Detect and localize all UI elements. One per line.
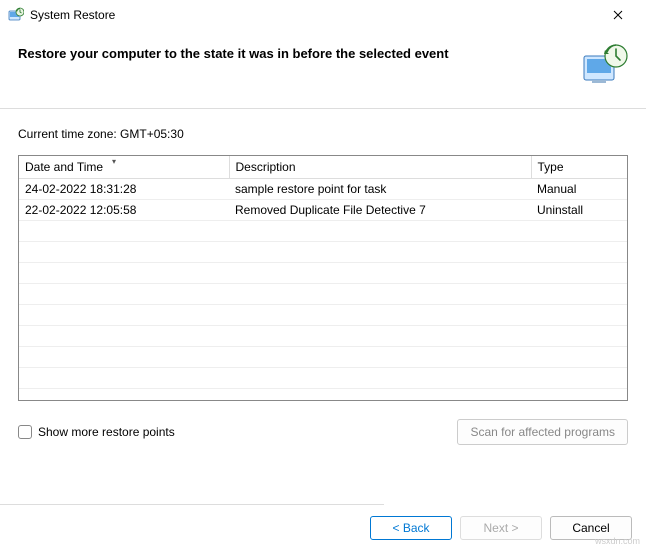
system-restore-icon bbox=[8, 7, 24, 23]
col-description[interactable]: Description bbox=[229, 156, 531, 179]
checkbox-icon bbox=[18, 425, 32, 439]
content-area: Current time zone: GMT+05:30 Date and Ti… bbox=[0, 109, 646, 463]
close-icon bbox=[613, 10, 623, 20]
restore-hero-icon bbox=[580, 42, 628, 90]
table-row[interactable] bbox=[19, 263, 627, 284]
header: Restore your computer to the state it wa… bbox=[0, 30, 646, 109]
table-row[interactable]: 24-02-2022 18:31:28 sample restore point… bbox=[19, 179, 627, 200]
table-row[interactable] bbox=[19, 368, 627, 389]
timezone-label: Current time zone: GMT+05:30 bbox=[18, 127, 628, 141]
table-row[interactable] bbox=[19, 284, 627, 305]
window-title: System Restore bbox=[30, 8, 598, 22]
cell-type: Manual bbox=[531, 179, 627, 200]
watermark: wsxdn.com bbox=[595, 536, 640, 546]
cell-date: 24-02-2022 18:31:28 bbox=[19, 179, 229, 200]
table-row[interactable] bbox=[19, 305, 627, 326]
close-button[interactable] bbox=[598, 7, 638, 23]
cell-type: Uninstall bbox=[531, 200, 627, 221]
show-more-checkbox[interactable]: Show more restore points bbox=[18, 425, 175, 439]
back-button[interactable]: < Back bbox=[370, 516, 452, 540]
sort-desc-icon: ▾ bbox=[112, 157, 116, 166]
page-heading: Restore your computer to the state it wa… bbox=[18, 42, 570, 61]
table-row[interactable]: 22-02-2022 12:05:58 Removed Duplicate Fi… bbox=[19, 200, 627, 221]
col-date[interactable]: Date and Time ▾ bbox=[19, 156, 229, 179]
col-date-label: Date and Time bbox=[25, 160, 103, 174]
next-button: Next > bbox=[460, 516, 542, 540]
table-row[interactable] bbox=[19, 347, 627, 368]
footer-row: Show more restore points Scan for affect… bbox=[18, 419, 628, 445]
scan-affected-button[interactable]: Scan for affected programs bbox=[457, 419, 628, 445]
title-bar: System Restore bbox=[0, 0, 646, 30]
cell-desc: Removed Duplicate File Detective 7 bbox=[229, 200, 531, 221]
show-more-label: Show more restore points bbox=[38, 425, 175, 439]
cell-date: 22-02-2022 12:05:58 bbox=[19, 200, 229, 221]
wizard-button-bar: < Back Next > Cancel bbox=[370, 516, 632, 540]
restore-points-table: Date and Time ▾ Description Type 24-02-2… bbox=[18, 155, 628, 401]
cell-desc: sample restore point for task bbox=[229, 179, 531, 200]
table-row[interactable] bbox=[19, 326, 627, 347]
table-row[interactable] bbox=[19, 221, 627, 242]
table-header-row: Date and Time ▾ Description Type bbox=[19, 156, 627, 179]
divider bbox=[0, 504, 384, 505]
col-type[interactable]: Type bbox=[531, 156, 627, 179]
table-row[interactable] bbox=[19, 242, 627, 263]
